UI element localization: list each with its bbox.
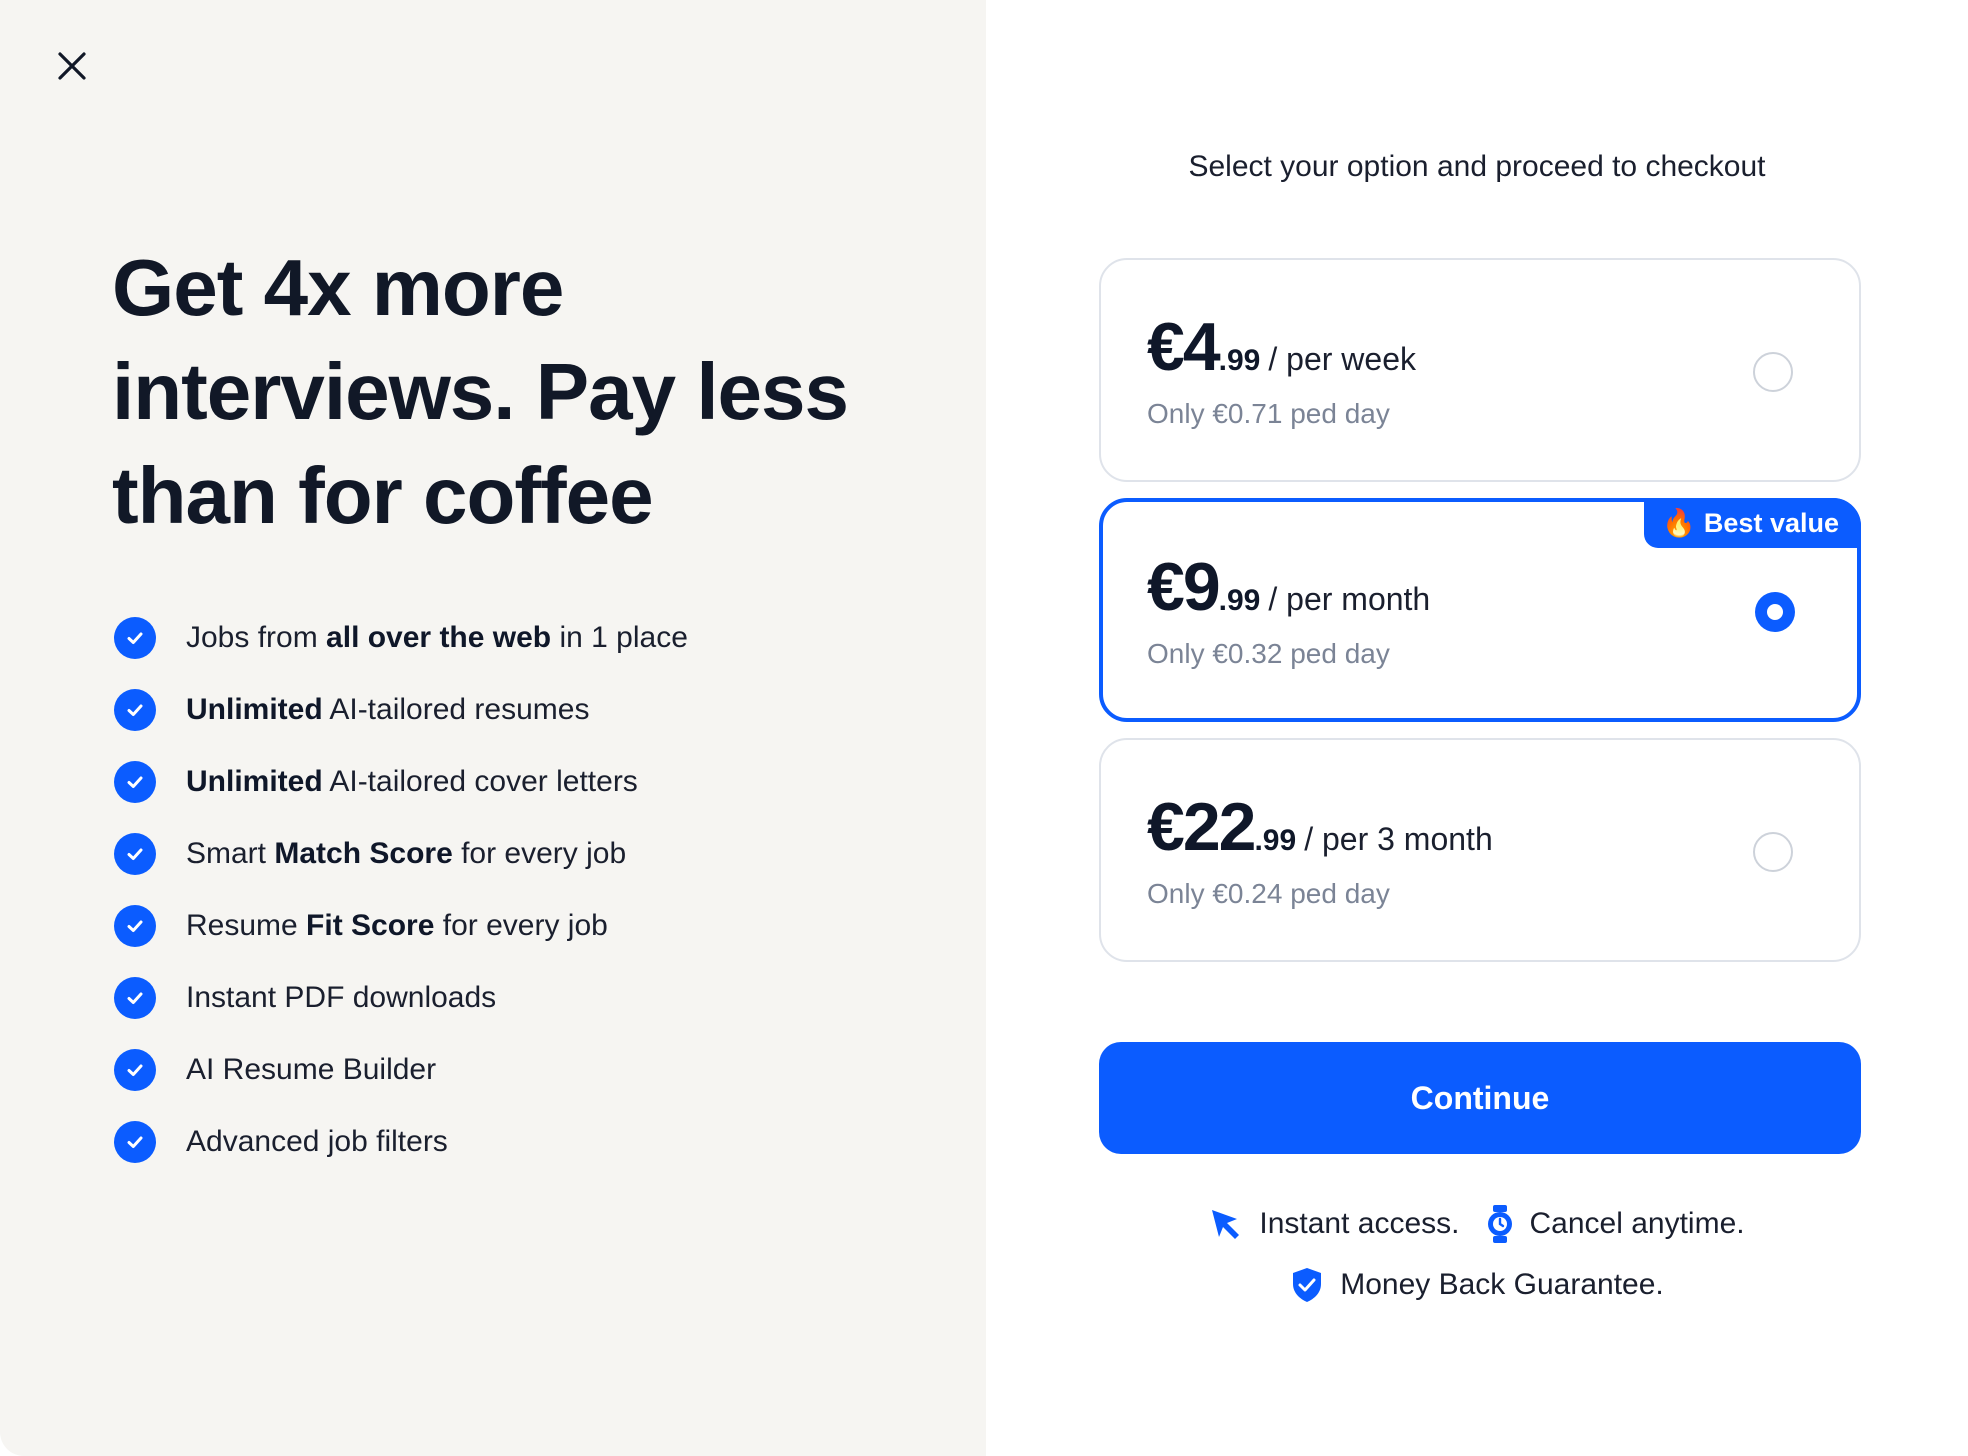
feature-text: Resume Fit Score for every job [186, 909, 608, 942]
price-period: / per 3 month [1304, 821, 1493, 857]
check-circle-icon [114, 1049, 156, 1091]
feature-text: Jobs from all over the web in 1 place [186, 621, 688, 654]
feature-item: Jobs from all over the web in 1 place [114, 602, 688, 674]
feature-text: Unlimited AI-tailored resumes [186, 693, 590, 726]
feature-item: Instant PDF downloads [114, 962, 688, 1034]
watch-icon [1487, 1205, 1512, 1243]
price-cents: .99 [1218, 584, 1261, 617]
feature-text: Instant PDF downloads [186, 981, 497, 1014]
check-circle-icon [114, 1121, 156, 1163]
close-icon [58, 52, 86, 80]
plan-daily-price: Only €0.32 ped day [1147, 638, 1390, 669]
left-panel: Get 4x more interviews. Pay less than fo… [0, 0, 986, 1456]
plan-radio-selected[interactable] [1755, 592, 1795, 632]
badge-label: Best value [1703, 507, 1839, 538]
plan-price: €22 .99 / per 3 month [1147, 788, 1493, 866]
instant-access: Instant access. [1209, 1207, 1460, 1241]
plan-price: €4 .99 / per week [1147, 308, 1416, 386]
check-circle-icon [114, 689, 156, 731]
plan-radio[interactable] [1753, 352, 1793, 392]
price-main: €22 [1147, 789, 1256, 865]
feature-list: Jobs from all over the web in 1 place Un… [114, 602, 688, 1178]
plan-daily-price: Only €0.71 ped day [1147, 398, 1390, 429]
price-period: / per week [1268, 341, 1416, 377]
feature-item: Advanced job filters [114, 1106, 688, 1178]
cancel-anytime: Cancel anytime. [1486, 1204, 1745, 1244]
plan-price: €9 .99 / per month [1147, 548, 1430, 626]
plan-option-quarterly[interactable]: €22 .99 / per 3 month Only €0.24 ped day [1099, 738, 1861, 962]
feature-item: Smart Match Score for every job [114, 818, 688, 890]
price-main: €4 [1147, 309, 1221, 385]
feature-text: AI Resume Builder [186, 1053, 437, 1086]
fire-icon: 🔥 [1662, 508, 1696, 538]
money-back-guarantee: Money Back Guarantee. [1290, 1266, 1664, 1304]
feature-item: Unlimited AI-tailored resumes [114, 674, 688, 746]
check-circle-icon [114, 833, 156, 875]
headline: Get 4x more interviews. Pay less than fo… [112, 243, 849, 540]
feature-item: Unlimited AI-tailored cover letters [114, 746, 688, 818]
right-panel: Select your option and proceed to checko… [986, 0, 1968, 1456]
radio-dot [1767, 604, 1783, 620]
check-circle-icon [114, 761, 156, 803]
continue-button[interactable]: Continue [1099, 1042, 1861, 1154]
best-value-badge: 🔥 Best value [1644, 498, 1861, 548]
plan-daily-price: Only €0.24 ped day [1147, 878, 1390, 909]
check-circle-icon [114, 905, 156, 947]
guarantee-row: Money Back Guarantee. [986, 1266, 1968, 1304]
cancel-anytime-text: Cancel anytime. [1529, 1207, 1745, 1240]
guarantee-text: Money Back Guarantee. [1340, 1268, 1664, 1301]
cursor-icon [1212, 1210, 1240, 1239]
assurance-row: Instant access. Cancel anytime. [986, 1204, 1968, 1244]
check-circle-icon [114, 977, 156, 1019]
checkout-subtitle: Select your option and proceed to checko… [1188, 150, 1766, 183]
feature-item: Resume Fit Score for every job [114, 890, 688, 962]
feature-text: Smart Match Score for every job [186, 837, 627, 870]
plan-radio[interactable] [1753, 832, 1793, 872]
plan-option-monthly[interactable]: 🔥 Best value €9 .99 / per month Only €0.… [1099, 498, 1861, 722]
close-button[interactable] [52, 46, 92, 86]
instant-access-text: Instant access. [1259, 1207, 1460, 1240]
feature-item: AI Resume Builder [114, 1034, 688, 1106]
price-period: / per month [1268, 581, 1431, 617]
check-circle-icon [114, 617, 156, 659]
shield-check-icon [1293, 1268, 1322, 1302]
price-cents: .99 [1218, 344, 1261, 377]
price-cents: .99 [1254, 824, 1297, 857]
plan-option-weekly[interactable]: €4 .99 / per week Only €0.71 ped day [1099, 258, 1861, 482]
feature-text: Advanced job filters [186, 1125, 448, 1158]
price-main: €9 [1147, 549, 1221, 625]
feature-text: Unlimited AI-tailored cover letters [186, 765, 638, 798]
